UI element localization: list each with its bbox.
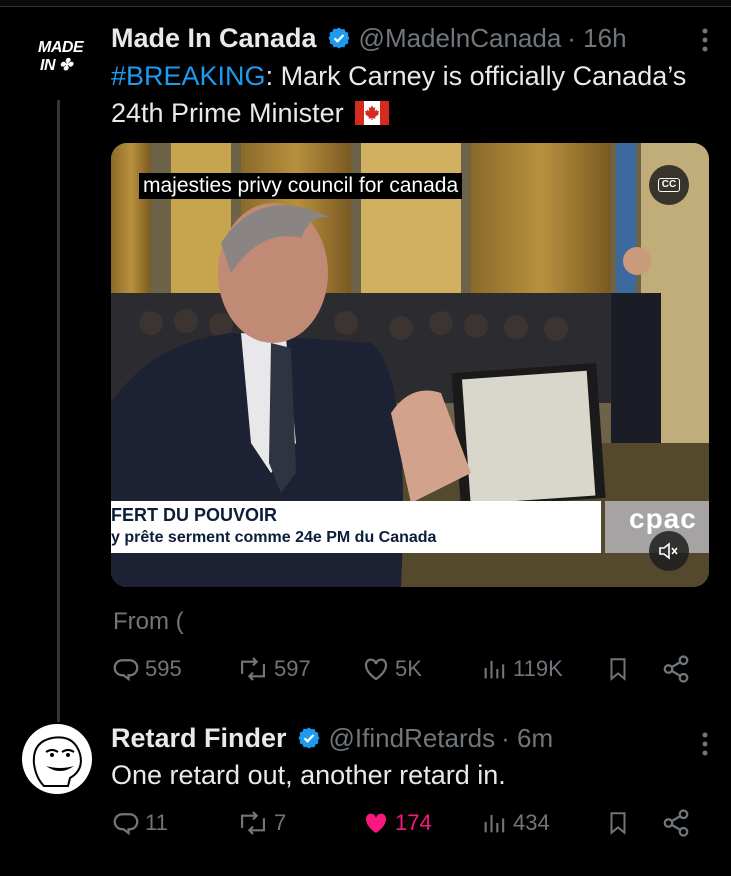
avatar-text-line1: MADE — [38, 39, 84, 56]
reply-button[interactable]: 11 — [111, 808, 168, 838]
bookmark-icon[interactable] — [605, 808, 635, 838]
thread-connector-line — [57, 100, 60, 722]
more-icon[interactable] — [701, 28, 709, 54]
tweet-timestamp[interactable]: · 16h — [567, 23, 626, 54]
repost-count: 597 — [274, 656, 311, 681]
share-icon[interactable] — [661, 654, 695, 684]
views-count: 434 — [513, 810, 550, 835]
avatar-text-line2: IN ✤ — [40, 57, 72, 74]
like-icon — [365, 813, 387, 833]
views-icon — [484, 814, 505, 833]
video-player[interactable]: majesties privy council for canada CC FE… — [111, 143, 709, 587]
bookmark-icon[interactable] — [605, 654, 635, 684]
cc-icon[interactable]: CC — [649, 165, 689, 205]
repost-icon — [240, 811, 266, 835]
repost-button[interactable]: 7 — [236, 808, 286, 838]
video-source-label[interactable]: From ( — [113, 608, 184, 636]
more-icon[interactable] — [701, 732, 709, 758]
broadcast-banner: FERT DU POUVOIR y prête serment comme 24… — [111, 501, 601, 553]
author-handle[interactable]: @MadelnCanada — [359, 23, 562, 54]
tweet-actions: 595 597 5K 119K — [111, 654, 701, 694]
like-button[interactable]: 5K — [361, 654, 422, 684]
repost-icon — [240, 657, 266, 681]
repost-count: 7 — [274, 810, 287, 835]
reply-button[interactable]: 595 — [111, 654, 182, 684]
avatar-made-in-canada[interactable]: MADE IN ✤ — [24, 24, 90, 90]
tweet2-header: Retard Finder @IfindRetards · 6m — [111, 720, 553, 756]
mute-icon[interactable] — [649, 531, 689, 571]
banner-line1: FERT DU POUVOIR — [111, 505, 278, 525]
closed-caption-text: majesties privy council for canada — [139, 173, 463, 199]
avatar-retard-finder[interactable] — [22, 724, 92, 794]
verified-badge-icon — [297, 726, 321, 750]
like-icon — [364, 658, 388, 681]
canada-flag-icon — [355, 98, 390, 125]
network-logo: cpac — [629, 503, 697, 534]
like-count: 174 — [395, 810, 432, 835]
views-count: 119K — [513, 656, 563, 681]
tweet2-actions: 11 7 174 434 — [111, 808, 701, 848]
views-button[interactable]: 434 — [481, 808, 550, 838]
banner-line2: y prête serment comme 24e PM du Canada — [111, 529, 437, 546]
views-icon — [484, 660, 505, 679]
top-divider — [0, 0, 731, 7]
like-count: 5K — [395, 656, 422, 681]
reply-count: 11 — [145, 810, 168, 835]
author2-name[interactable]: Retard Finder — [111, 723, 287, 754]
tweet2-text: One retard out, another retard in. — [111, 760, 506, 790]
hashtag-link[interactable]: #BREAKING — [111, 61, 266, 91]
like-button[interactable]: 174 — [361, 808, 432, 838]
views-button[interactable]: 119K — [481, 654, 563, 684]
reply-icon — [113, 813, 139, 836]
reply-icon — [113, 659, 139, 682]
tweet-body: #BREAKING: Mark Carney is officially Can… — [111, 58, 711, 132]
share-icon[interactable] — [661, 808, 695, 838]
reply-count: 595 — [145, 656, 182, 681]
tweet-header: Made In Canada @MadelnCanada · 16h — [111, 20, 711, 56]
author2-handle[interactable]: @IfindRetards — [329, 723, 496, 754]
tweet2-timestamp[interactable]: · 6m — [501, 723, 553, 754]
avatar-drawing — [32, 736, 82, 787]
cc-label: CC — [657, 178, 681, 192]
author-name[interactable]: Made In Canada — [111, 23, 317, 54]
verified-badge-icon — [327, 26, 351, 50]
repost-button[interactable]: 597 — [236, 654, 311, 684]
